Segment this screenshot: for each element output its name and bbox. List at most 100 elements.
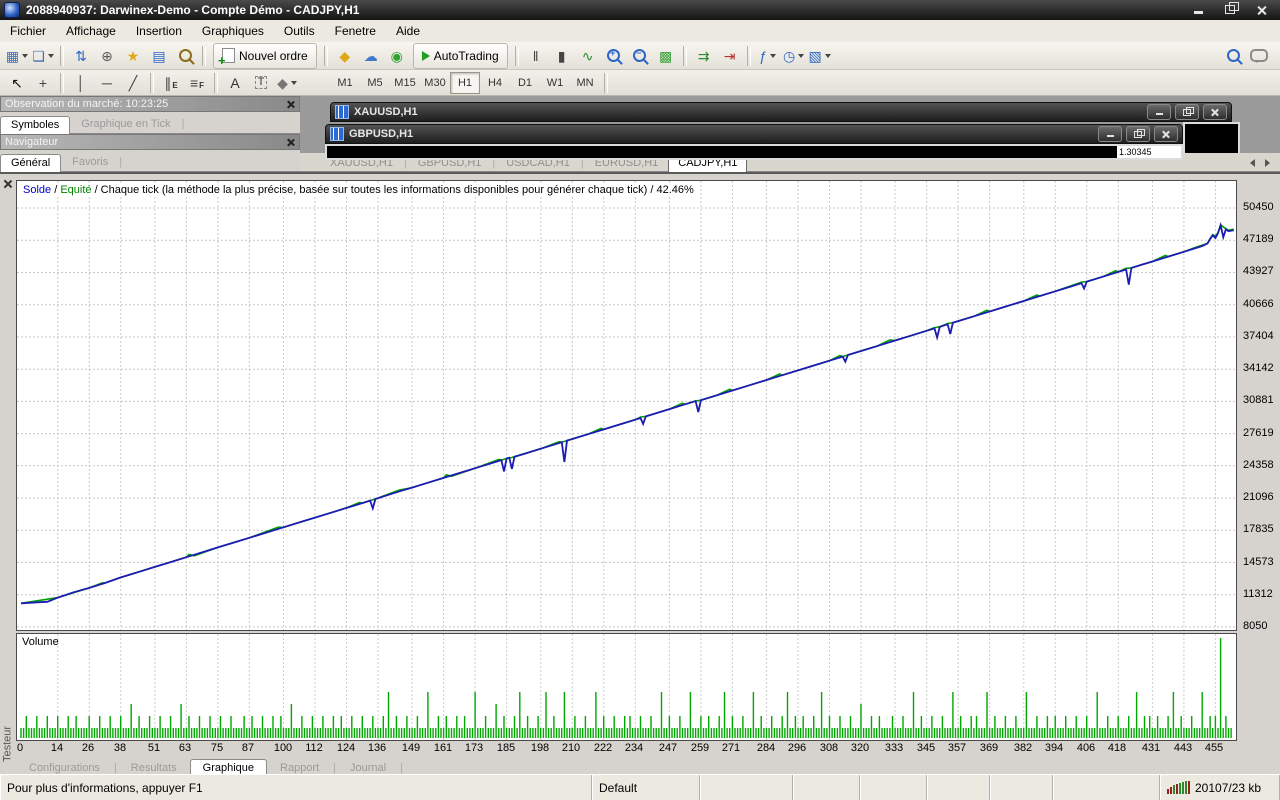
signals-icon[interactable]: ◉: [384, 44, 410, 68]
menu-bar: Fichier Affichage Insertion Graphiques Outil…: [0, 20, 1280, 43]
gbpusd-restore-button[interactable]: [1126, 126, 1150, 142]
market-watch-icon[interactable]: ⇅: [68, 44, 94, 68]
tester-tabs: Configurations | Resultats Graphique Rapport…: [16, 756, 404, 776]
periods-icon[interactable]: ◷: [781, 44, 807, 68]
y-axis-labels: 50450 47189 43927 40666 37404 34142 30881 27619…: [1241, 180, 1280, 740]
toolbar-separator: [214, 72, 218, 93]
indicators-icon[interactable]: ƒ: [755, 44, 781, 68]
window-xauusd[interactable]: XAUUSD,H1: [330, 102, 1232, 122]
toolbar-drawing: ↖ + │ ─ ╱ ∥ E ≡ F A T ◆ M1 M5 M15 M30 H1 H4 D1 W1 MN: [0, 70, 1280, 96]
trendline-icon[interactable]: ╱: [120, 71, 146, 95]
metaeditor-icon[interactable]: ◆: [332, 44, 358, 68]
xauusd-close-button[interactable]: [1203, 104, 1227, 120]
new-order-button[interactable]: Nouvel ordre: [213, 42, 317, 69]
zoom-out-icon[interactable]: −: [627, 44, 653, 68]
chevron-down-icon: [824, 53, 831, 58]
terminal-icon[interactable]: ▤: [146, 44, 172, 68]
minimize-button[interactable]: [1186, 2, 1210, 17]
status-profile[interactable]: Default: [592, 775, 700, 800]
window-gbpusd[interactable]: GBPUSD,H1: [325, 124, 1183, 144]
strategy-tester-icon[interactable]: [172, 44, 198, 68]
x-axis-label: 382: [1013, 742, 1033, 754]
tester-balance-chart: Solde / Equité / Chaque tick (la méthode…: [16, 180, 1237, 631]
timeframe-m5[interactable]: M5: [360, 72, 390, 94]
community-icon[interactable]: ☁: [358, 44, 384, 68]
timeframe-h1[interactable]: H1: [450, 71, 480, 94]
chat-icon[interactable]: [1246, 44, 1272, 68]
search-icon[interactable]: [1220, 44, 1246, 68]
autotrading-button[interactable]: AutoTrading: [412, 42, 508, 69]
menu-insertion[interactable]: Insertion: [126, 21, 192, 41]
x-axis-label: 87: [241, 742, 255, 754]
timeframe-w1[interactable]: W1: [540, 72, 570, 94]
new-chart-icon[interactable]: ▦: [4, 44, 30, 68]
navigator-close-icon[interactable]: [286, 138, 295, 147]
label-icon[interactable]: T: [248, 71, 274, 95]
chart-window-icon: [335, 105, 349, 119]
line-chart-icon[interactable]: ∿: [575, 44, 601, 68]
xauusd-restore-button[interactable]: [1175, 104, 1199, 120]
tile-windows-icon[interactable]: ▩: [653, 44, 679, 68]
data-window-icon[interactable]: ⊕: [94, 44, 120, 68]
toolbar-separator: [604, 72, 608, 93]
chart-header: Solde / Equité / Chaque tick (la méthode…: [23, 184, 698, 196]
menu-graphiques[interactable]: Graphiques: [192, 21, 274, 41]
timeframe-d1[interactable]: D1: [510, 72, 540, 94]
market-watch-close-icon[interactable]: [286, 100, 295, 109]
x-axis-label: 51: [147, 742, 161, 754]
toolbar-separator: [202, 45, 206, 66]
navigator-icon[interactable]: ★: [120, 44, 146, 68]
fibonacci-icon[interactable]: ≡ F: [184, 71, 210, 95]
market-watch-tab-graphique-en-tick[interactable]: Graphique en Tick: [70, 115, 181, 133]
market-watch-title: Observation du marché: 10:23:25: [5, 98, 169, 110]
market-watch-tab-symboles[interactable]: Symboles: [0, 116, 71, 134]
menu-aide[interactable]: Aide: [386, 21, 430, 41]
menu-outils[interactable]: Outils: [274, 21, 325, 41]
close-icon: [1211, 108, 1219, 116]
arrows-icon[interactable]: ◆: [274, 71, 300, 95]
restore-button[interactable]: [1218, 2, 1242, 17]
timeframe-m15[interactable]: M15: [390, 72, 420, 94]
templates-icon[interactable]: ▧: [807, 44, 833, 68]
vertical-line-icon[interactable]: │: [68, 71, 94, 95]
x-axis-label: 38: [113, 742, 127, 754]
timeframe-m30[interactable]: M30: [420, 72, 450, 94]
candlestick-chart-icon[interactable]: ▮: [549, 44, 575, 68]
horizontal-line-icon[interactable]: ─: [94, 71, 120, 95]
close-button[interactable]: [1250, 2, 1274, 17]
titlebar: 2088940937: Darwinex-Demo - Compte Démo …: [0, 0, 1280, 20]
legend-equite: Equité: [60, 184, 92, 196]
navigator-tab-favoris[interactable]: Favoris: [61, 153, 119, 171]
menu-fichier[interactable]: Fichier: [0, 21, 56, 41]
menu-affichage[interactable]: Affichage: [56, 21, 126, 41]
auto-scroll-icon[interactable]: ⇉: [691, 44, 717, 68]
tab-scroll-left-icon[interactable]: [1250, 159, 1255, 167]
tab-scroll-right-icon[interactable]: [1265, 159, 1270, 167]
timeframe-mn[interactable]: MN: [570, 72, 600, 94]
profiles-icon[interactable]: ❏: [30, 44, 56, 68]
timeframe-m1[interactable]: M1: [330, 72, 360, 94]
bar-chart-icon[interactable]: ‖: [523, 44, 549, 68]
menu-fenetre[interactable]: Fenetre: [325, 21, 386, 41]
volume-plot: [20, 634, 1232, 740]
equidistant-channel-icon[interactable]: ∥ E: [158, 71, 184, 95]
x-axis-label: 0: [16, 742, 24, 754]
chart-shift-icon[interactable]: ⇥: [717, 44, 743, 68]
xauusd-minimize-button[interactable]: [1147, 104, 1171, 120]
gbpusd-price-scale: 1.30345: [1117, 146, 1181, 158]
zoom-in-icon[interactable]: +: [601, 44, 627, 68]
chevron-down-icon: [290, 80, 297, 85]
tester-close-icon[interactable]: [3, 179, 13, 189]
chevron-down-icon: [47, 53, 54, 58]
traffic-icon: [1167, 781, 1190, 794]
cursor-icon[interactable]: ↖: [4, 71, 30, 95]
timeframe-h4[interactable]: H4: [480, 72, 510, 94]
text-icon[interactable]: A: [222, 71, 248, 95]
gbpusd-minimize-button[interactable]: [1098, 126, 1122, 142]
timeframe-group: M1 M5 M15 M30 H1 H4 D1 W1 MN: [330, 71, 600, 94]
x-axis-label: 185: [496, 742, 516, 754]
toolbar-separator: [60, 72, 64, 93]
crosshair-icon[interactable]: +: [30, 71, 56, 95]
navigator-tab-général[interactable]: Général: [0, 154, 62, 172]
gbpusd-close-button[interactable]: [1154, 126, 1178, 142]
